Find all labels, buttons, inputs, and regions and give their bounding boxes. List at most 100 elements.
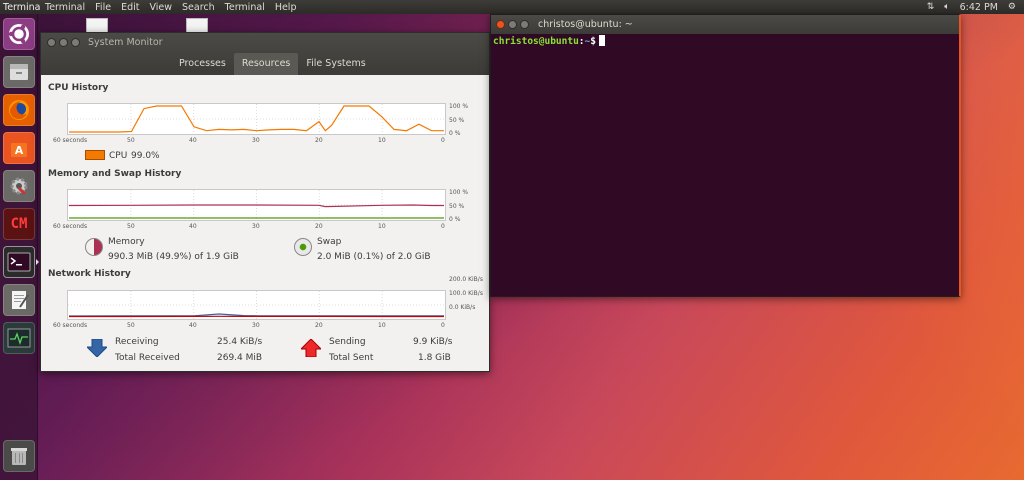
x-tick-label: 60 seconds xyxy=(53,223,88,230)
terminal-window[interactable]: christos@ubuntu: ~ christos@ubuntu:~$ xyxy=(490,14,961,297)
memory-history-graph xyxy=(67,189,446,221)
menu-help[interactable]: Help xyxy=(270,2,302,13)
text-cursor xyxy=(599,35,605,46)
x-tick-label: 30 xyxy=(252,223,260,230)
files-icon[interactable] xyxy=(3,56,35,88)
memory-value: 990.3 MiB (49.9%) of 1.9 GiB xyxy=(108,252,239,262)
swap-label: Swap xyxy=(317,237,342,247)
software-center-icon[interactable]: A xyxy=(3,132,35,164)
text-editor-icon[interactable] xyxy=(3,284,35,316)
cpu-section-title: CPU History xyxy=(48,83,109,93)
sending-arrow-icon xyxy=(301,339,321,357)
terminal-icon[interactable] xyxy=(3,246,35,278)
total-received-label: Total Received xyxy=(115,353,180,363)
x-tick-label: 40 xyxy=(189,322,197,329)
cpu-ytick-0: 0 % xyxy=(449,130,461,137)
cpu-ytick-50: 50 % xyxy=(449,117,465,124)
minimize-button[interactable] xyxy=(59,38,68,47)
tab-bar: Processes Resources File Systems xyxy=(171,53,374,75)
sending-label: Sending xyxy=(329,337,366,347)
terminal-minimize-button[interactable] xyxy=(508,20,517,29)
network-icon[interactable]: ⇅ xyxy=(927,2,935,12)
total-sent-label: Total Sent xyxy=(329,353,374,363)
memory-pie-icon[interactable] xyxy=(85,238,103,256)
system-monitor-icon[interactable] xyxy=(3,322,35,354)
terminal-maximize-button[interactable] xyxy=(520,20,529,29)
gear-icon[interactable]: ⚙ xyxy=(1008,2,1016,12)
x-tick-label: 10 xyxy=(378,223,386,230)
menu-terminal[interactable]: Terminal xyxy=(40,2,90,13)
x-tick-label: 0 xyxy=(441,322,445,329)
tab-file-systems[interactable]: File Systems xyxy=(298,53,373,75)
x-tick-label: 50 xyxy=(127,322,135,329)
tab-resources[interactable]: Resources xyxy=(233,53,299,75)
menu-file[interactable]: File xyxy=(90,2,116,13)
swap-pie-icon[interactable] xyxy=(294,238,312,256)
cm-app-label: CM xyxy=(10,216,28,232)
menu-edit[interactable]: Edit xyxy=(116,2,144,13)
x-tick-label: 20 xyxy=(315,322,323,329)
maximize-button[interactable] xyxy=(71,38,80,47)
cpu-history-plot xyxy=(68,104,445,134)
receiving-label: Receiving xyxy=(115,337,159,347)
system-monitor-window: System Monitor Processes Resources File … xyxy=(40,32,490,372)
trash-icon[interactable] xyxy=(3,440,35,472)
sending-value: 9.9 KiB/s xyxy=(413,337,453,347)
x-tick-label: 0 xyxy=(441,223,445,230)
mem-ytick-0: 0 % xyxy=(449,216,461,223)
terminal-close-button[interactable] xyxy=(496,20,505,29)
svg-text:A: A xyxy=(15,144,24,157)
mem-ytick-50: 50 % xyxy=(449,203,465,210)
window-title: System Monitor xyxy=(88,37,163,48)
launcher: A CM xyxy=(0,14,39,480)
x-tick-label: 60 seconds xyxy=(53,322,88,329)
menu-view[interactable]: View xyxy=(144,2,177,13)
cpu-ytick-100: 100 % xyxy=(449,103,469,110)
menu-search[interactable]: Search xyxy=(177,2,220,13)
cpu-history-graph xyxy=(67,103,446,135)
prompt-user: christos@ubuntu xyxy=(493,36,579,47)
network-history-plot xyxy=(68,291,445,319)
terminal-title: christos@ubuntu: ~ xyxy=(538,19,633,30)
x-tick-label: 10 xyxy=(378,137,386,144)
cpu-legend-swatch[interactable] xyxy=(85,150,105,160)
cpu-legend-label: CPU xyxy=(109,151,128,161)
x-tick-label: 30 xyxy=(252,322,260,329)
volume-icon[interactable]: 🔈︎ xyxy=(944,2,949,12)
x-tick-label: 30 xyxy=(252,137,260,144)
net-ytick-0: 0.0 KiB/s xyxy=(449,304,476,311)
system-settings-icon[interactable] xyxy=(3,170,35,202)
terminal-titlebar[interactable]: christos@ubuntu: ~ xyxy=(491,15,959,34)
indicator-area: ⇅ 🔈︎ 6:42 PM ⚙ xyxy=(927,0,1016,14)
mem-ytick-100: 100 % xyxy=(449,189,469,196)
memory-history-plot xyxy=(68,190,445,220)
receiving-arrow-icon xyxy=(87,339,107,357)
cpu-legend-value: 99.0% xyxy=(131,151,160,161)
memory-section-title: Memory and Swap History xyxy=(48,169,182,179)
x-tick-label: 20 xyxy=(315,137,323,144)
x-tick-label: 0 xyxy=(441,137,445,144)
menu-bar: Terminal File Edit View Search Terminal … xyxy=(40,2,301,13)
x-tick-label: 50 xyxy=(127,223,135,230)
swap-value: 2.0 MiB (0.1%) of 2.0 GiB xyxy=(317,252,431,262)
x-tick-label: 40 xyxy=(189,223,197,230)
ubuntu-dash-icon[interactable] xyxy=(3,18,35,50)
x-tick-label: 10 xyxy=(378,322,386,329)
terminal-prompt[interactable]: christos@ubuntu:~$ xyxy=(493,35,605,47)
window-titlebar[interactable]: System Monitor Processes Resources File … xyxy=(41,33,489,75)
x-tick-label: 60 seconds xyxy=(53,137,88,144)
network-section-title: Network History xyxy=(48,269,131,279)
menu-terminal-2[interactable]: Terminal xyxy=(220,2,270,13)
top-panel: Terminal Terminal File Edit View Search … xyxy=(0,0,1024,14)
net-ytick-200: 200.0 KiB/s xyxy=(449,276,483,283)
receiving-value: 25.4 KiB/s xyxy=(217,337,263,347)
active-app-indicator xyxy=(36,259,39,265)
close-button[interactable] xyxy=(47,38,56,47)
x-tick-label: 20 xyxy=(315,223,323,230)
clock[interactable]: 6:42 PM xyxy=(960,2,998,13)
firefox-icon[interactable] xyxy=(3,94,35,126)
prompt-symbol: $ xyxy=(590,36,596,47)
total-received-value: 269.4 MiB xyxy=(217,353,263,363)
cm-app-icon[interactable]: CM xyxy=(3,208,35,240)
tab-processes[interactable]: Processes xyxy=(171,53,234,75)
